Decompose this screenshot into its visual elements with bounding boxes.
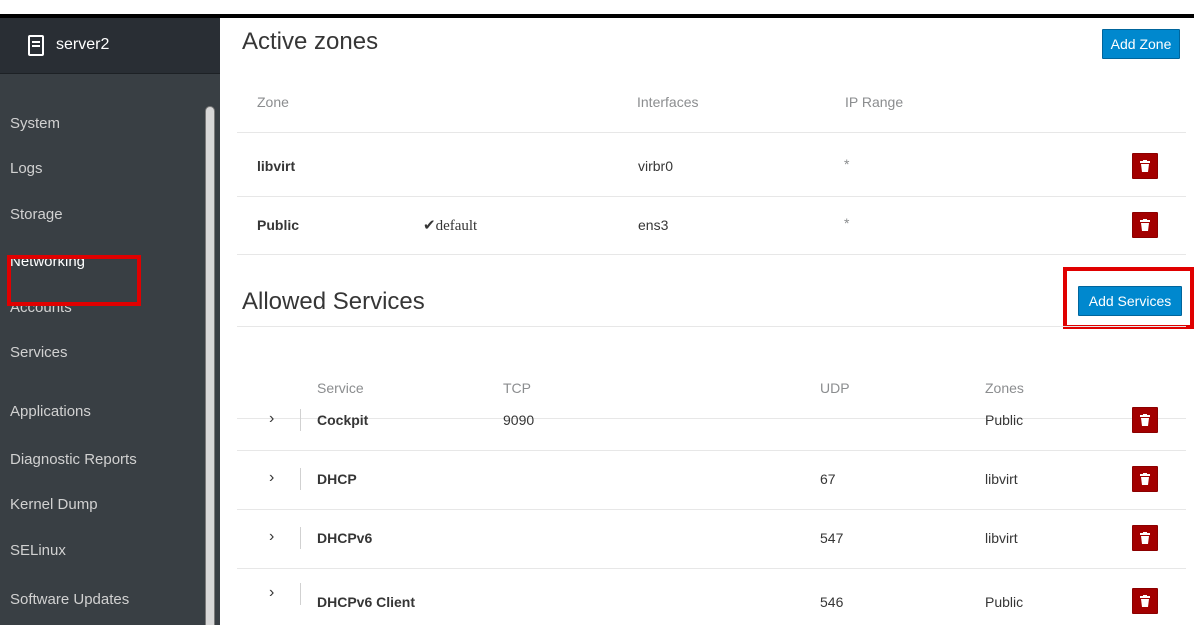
- row-separator: [300, 527, 301, 549]
- service-udp: 67: [820, 471, 836, 487]
- service-name: Cockpit: [317, 412, 369, 428]
- service-name: DHCP: [317, 471, 357, 487]
- zones-col-ip-range: IP Range: [845, 94, 904, 110]
- trash-icon: [1140, 414, 1150, 426]
- services-row-divider: [237, 509, 1186, 510]
- sidebar-item-diagnostic-reports[interactable]: Diagnostic Reports: [0, 440, 203, 480]
- zones-row-divider: [237, 196, 1186, 197]
- host-name: server2: [56, 36, 110, 53]
- row-separator: [300, 468, 301, 490]
- service-tcp: 9090: [503, 412, 535, 428]
- trash-icon: [1140, 160, 1150, 172]
- services-header-divider: [237, 418, 1186, 419]
- sidebar-item-kernel-dump[interactable]: Kernel Dump: [0, 485, 203, 525]
- add-services-button[interactable]: Add Services: [1078, 286, 1182, 316]
- sidebar-scrollbar-thumb[interactable]: [205, 106, 215, 625]
- expand-chevron-icon[interactable]: ›: [269, 469, 274, 487]
- sidebar-scrollbar[interactable]: [203, 86, 217, 625]
- service-zones: libvirt: [985, 471, 1018, 487]
- sidebar-item-system[interactable]: System: [0, 104, 203, 144]
- delete-service-button[interactable]: [1132, 407, 1158, 433]
- delete-service-button[interactable]: [1132, 588, 1158, 614]
- service-zones: Public: [985, 594, 1024, 610]
- add-zone-button[interactable]: Add Zone: [1102, 29, 1180, 59]
- zone-name: Public: [257, 217, 300, 233]
- zones-col-zone: Zone: [257, 94, 289, 110]
- zone-interfaces: virbr0: [638, 158, 674, 174]
- services-col-zones: Zones: [985, 380, 1024, 396]
- zone-default-badge: ✔default: [423, 218, 478, 234]
- trash-icon: [1140, 532, 1150, 544]
- trash-icon: [1140, 219, 1150, 231]
- services-row-divider: [237, 568, 1186, 569]
- expand-chevron-icon[interactable]: ›: [269, 528, 274, 546]
- services-row-divider: [237, 450, 1186, 451]
- trash-icon: [1140, 473, 1150, 485]
- expand-chevron-icon[interactable]: ›: [269, 584, 274, 602]
- service-udp: 547: [820, 530, 844, 546]
- sidebar-item-networking[interactable]: Networking: [0, 242, 203, 282]
- services-col-udp: UDP: [820, 380, 850, 396]
- sidebar-item-selinux[interactable]: SELinux: [0, 531, 203, 571]
- delete-zone-button[interactable]: [1132, 212, 1158, 238]
- row-separator: [300, 409, 301, 431]
- zone-interfaces: ens3: [638, 217, 669, 233]
- sidebar-item-logs[interactable]: Logs: [0, 149, 203, 189]
- zones-col-interfaces: Interfaces: [637, 94, 699, 110]
- server-icon: [28, 35, 44, 56]
- row-separator: [300, 583, 301, 605]
- sidebar: server2 System Logs Storage Networking A…: [0, 18, 220, 625]
- delete-service-button[interactable]: [1132, 525, 1158, 551]
- main-content: Active zones Add Zone Zone Interfaces IP…: [220, 18, 1194, 625]
- sidebar-item-services[interactable]: Services: [0, 333, 203, 373]
- zones-row-divider: [237, 254, 1186, 255]
- trash-icon: [1140, 595, 1150, 607]
- sidebar-item-software-updates[interactable]: Software Updates: [0, 580, 203, 620]
- zone-ip-range: *: [844, 215, 850, 231]
- active-zones-title: Active zones: [242, 28, 379, 55]
- sidebar-item-applications[interactable]: Applications: [0, 392, 203, 432]
- sidebar-item-storage[interactable]: Storage: [0, 195, 203, 235]
- service-udp: 546: [820, 594, 844, 610]
- allowed-services-title: Allowed Services: [242, 288, 425, 315]
- expand-chevron-icon[interactable]: ›: [269, 410, 274, 428]
- zone-name: libvirt: [257, 158, 296, 174]
- host-switcher[interactable]: server2: [0, 18, 220, 74]
- service-zones: libvirt: [985, 530, 1018, 546]
- service-name: DHCPv6: [317, 530, 373, 546]
- service-name: DHCPv6 Client: [317, 594, 416, 610]
- services-col-service: Service: [317, 380, 364, 396]
- delete-zone-button[interactable]: [1132, 153, 1158, 179]
- services-title-divider: [237, 326, 1186, 327]
- delete-service-button[interactable]: [1132, 466, 1158, 492]
- sidebar-item-accounts[interactable]: Accounts: [0, 288, 203, 328]
- services-col-tcp: TCP: [503, 380, 531, 396]
- service-zones: Public: [985, 412, 1024, 428]
- zone-ip-range: *: [844, 156, 850, 172]
- zones-header-divider: [237, 132, 1186, 133]
